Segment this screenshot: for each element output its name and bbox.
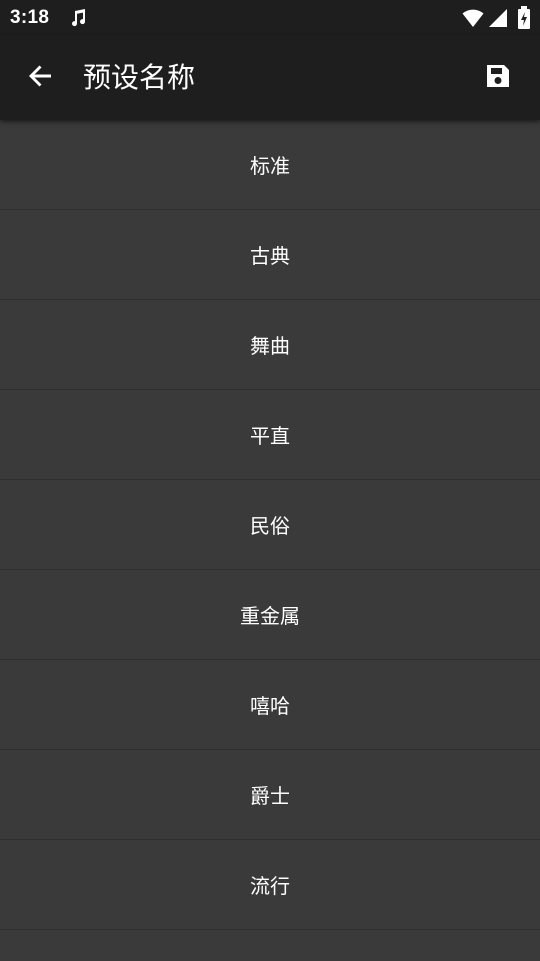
preset-label: 爵士 <box>250 784 290 808</box>
preset-label: 标准 <box>250 154 290 178</box>
wifi-icon <box>462 8 484 28</box>
preset-item-dance[interactable]: 舞曲 <box>0 300 540 390</box>
preset-item-jazz[interactable]: 爵士 <box>0 750 540 840</box>
back-arrow-icon <box>26 62 54 94</box>
status-bar: 3:18 <box>0 0 540 36</box>
preset-label: 流行 <box>250 874 290 898</box>
preset-label: 舞曲 <box>250 334 290 358</box>
music-icon <box>68 8 88 28</box>
preset-item-flat[interactable]: 平直 <box>0 390 540 480</box>
preset-item-hip-hop[interactable]: 嘻哈 <box>0 660 540 750</box>
preset-item-pop[interactable]: 流行 <box>0 840 540 930</box>
battery-icon <box>517 6 531 30</box>
preset-label: 古典 <box>250 244 290 268</box>
page-title: 预设名称 <box>83 61 196 94</box>
preset-item-next[interactable] <box>0 930 540 961</box>
preset-label: 重金属 <box>240 604 300 628</box>
back-button[interactable] <box>20 58 60 98</box>
preset-item-heavy-metal[interactable]: 重金属 <box>0 570 540 660</box>
preset-item-folk[interactable]: 民俗 <box>0 480 540 570</box>
save-button[interactable] <box>478 58 518 98</box>
preset-list: 标准 古典 舞曲 平直 民俗 重金属 嘻哈 爵士 流行 <box>0 120 540 961</box>
preset-label: 民俗 <box>250 514 290 538</box>
preset-item-standard[interactable]: 标准 <box>0 120 540 210</box>
status-time: 3:18 <box>10 7 50 28</box>
preset-label: 平直 <box>250 424 290 448</box>
preset-item-classical[interactable]: 古典 <box>0 210 540 300</box>
cell-signal-icon <box>488 8 508 28</box>
preset-label: 嘻哈 <box>250 694 290 718</box>
app-bar: 预设名称 <box>0 36 540 120</box>
save-icon <box>484 62 512 94</box>
